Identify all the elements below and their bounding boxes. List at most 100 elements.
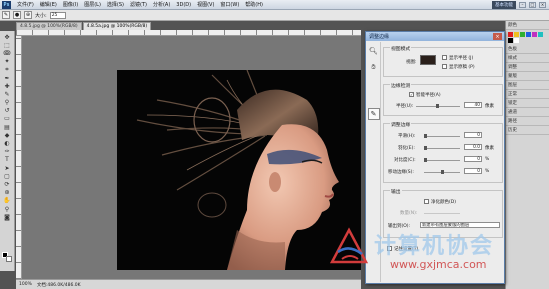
tab-document-2[interactable]: 4.8.5a.jpg @ 100%(RGB/8) <box>82 22 152 30</box>
pen-tool-icon[interactable]: ✑ <box>2 148 13 156</box>
3d-rotate-tool-icon[interactable]: ⟳ <box>2 180 13 188</box>
mode-icon[interactable]: ⊕ <box>24 11 32 19</box>
menu-3d[interactable]: 3D(D) <box>173 2 194 8</box>
blur-tool-icon[interactable]: ◆ <box>2 131 13 139</box>
menu-filter[interactable]: 滤镜(T) <box>127 1 150 8</box>
smooth-input[interactable]: 0 <box>464 132 482 138</box>
quick-select-tool-icon[interactable]: ✦ <box>2 58 13 66</box>
menu-edit[interactable]: 编辑(E) <box>37 1 60 8</box>
dodge-tool-icon[interactable]: ◐ <box>2 139 13 147</box>
move-tool-icon[interactable]: ✥ <box>2 33 13 41</box>
eyedropper-tool-icon[interactable]: ✒ <box>2 74 13 82</box>
brush-tool-icon[interactable]: ✎ <box>2 11 10 19</box>
contrast-unit: % <box>485 157 490 162</box>
radius-label: 半径(U): <box>396 104 414 109</box>
panel-paths[interactable]: 路径 <box>506 117 549 126</box>
options-bar: ✎ ● ⊕ 大小: 25 <box>0 10 549 21</box>
shift-edge-input[interactable]: 0 <box>464 168 482 174</box>
radius-slider[interactable] <box>416 104 460 108</box>
hand-tool-icon[interactable]: ✋︎ <box>369 62 379 72</box>
eraser-tool-icon[interactable]: ▭ <box>2 115 13 123</box>
size-label: 大小: <box>35 12 47 19</box>
lock-row[interactable]: 锁定 <box>506 99 549 108</box>
path-select-tool-icon[interactable]: ➤ <box>2 164 13 172</box>
blend-mode[interactable]: 正常 <box>506 90 549 99</box>
dialog-close-icon[interactable]: × <box>493 33 502 40</box>
purify-colors-checkbox[interactable] <box>424 199 429 204</box>
smooth-slider-knob[interactable] <box>424 134 427 138</box>
healing-tool-icon[interactable]: ✚ <box>2 82 13 90</box>
show-original-checkbox[interactable] <box>442 64 447 69</box>
view-mode-thumbnail[interactable] <box>420 55 436 65</box>
panel-masks[interactable]: 蒙版 <box>506 72 549 81</box>
radius-input[interactable]: 40 <box>464 102 482 108</box>
swatch-cyan[interactable] <box>538 32 543 37</box>
smart-radius-checkbox[interactable]: ✓ <box>409 92 414 97</box>
output-title: 输出 <box>390 188 402 195</box>
stamp-tool-icon[interactable]: ⚲ <box>2 99 13 107</box>
panel-adjustments[interactable]: 调整 <box>506 63 549 72</box>
smooth-slider[interactable] <box>424 134 460 138</box>
contrast-slider[interactable] <box>424 158 460 162</box>
zoom-level[interactable]: 100% <box>19 282 32 287</box>
feather-slider[interactable] <box>424 146 460 150</box>
swatch-black[interactable] <box>508 38 513 43</box>
contrast-input[interactable]: 0 <box>464 156 482 162</box>
shift-edge-slider[interactable] <box>424 170 460 174</box>
close-icon[interactable]: × <box>539 1 546 8</box>
menu-analysis[interactable]: 分析(A) <box>150 1 173 8</box>
panel-layers[interactable]: 图层 <box>506 81 549 90</box>
dialog-title-bar[interactable]: 调整边缘 × <box>366 32 504 41</box>
size-input[interactable]: 25 <box>49 11 66 19</box>
type-tool-icon[interactable]: T <box>2 156 13 164</box>
workspace-button[interactable]: 基本功能 <box>492 0 516 9</box>
menu-layer[interactable]: 图层(L) <box>81 1 104 8</box>
swatch-yellow[interactable] <box>514 32 519 37</box>
background-color-swatch[interactable] <box>6 256 12 262</box>
gradient-tool-icon[interactable]: ▤ <box>2 123 13 131</box>
maximize-icon[interactable]: □ <box>529 1 536 8</box>
menu-view[interactable]: 视图(V) <box>194 1 217 8</box>
hand-tool-icon[interactable]: ✋ <box>2 197 13 205</box>
tab-document-1[interactable]: 4.8.5.jpg @ 100%(RGB/8) <box>16 22 82 30</box>
refine-radius-tool-icon[interactable]: ✎ <box>367 108 380 120</box>
amount-slider[interactable] <box>424 213 460 214</box>
swatch-white[interactable] <box>514 38 519 43</box>
menu-image[interactable]: 图像(I) <box>60 1 81 8</box>
right-panels: 颜色 色板 样式 调整 蒙版 图层 正常 锁定 通道 路径 历史 <box>505 21 549 289</box>
feather-input[interactable]: 0.0 <box>464 144 482 150</box>
crop-tool-icon[interactable]: ⌗ <box>2 66 13 74</box>
minimize-icon[interactable]: – <box>519 1 526 8</box>
shift-edge-slider-knob[interactable] <box>441 170 444 174</box>
brush-preset-icon[interactable]: ● <box>13 11 21 19</box>
brush-tool-icon[interactable]: ✎ <box>2 90 13 98</box>
panel-color[interactable]: 颜色 <box>506 21 549 30</box>
zoom-tool-icon[interactable]: 🔍︎ <box>369 46 379 56</box>
quick-mask-icon[interactable]: ◙ <box>2 213 13 221</box>
zoom-tool-icon[interactable]: ⚲ <box>2 205 13 213</box>
panel-styles[interactable]: 样式 <box>506 54 549 63</box>
show-radius-checkbox[interactable] <box>442 55 447 60</box>
marquee-tool-icon[interactable]: ⬚ <box>2 41 13 49</box>
menu-select[interactable]: 选择(S) <box>104 1 127 8</box>
3d-camera-tool-icon[interactable]: ⊛ <box>2 189 13 197</box>
swatch-green[interactable] <box>520 32 525 37</box>
view-mode-group: 视图模式 视图: 显示半径 (J) 显示原稿 (P) <box>383 45 503 77</box>
radius-slider-knob[interactable] <box>436 104 439 108</box>
panel-channels[interactable]: 通道 <box>506 108 549 117</box>
menu-window[interactable]: 窗口(W) <box>217 1 242 8</box>
panel-history[interactable]: 历史 <box>506 126 549 135</box>
feather-slider-knob[interactable] <box>424 146 427 150</box>
panel-swatches[interactable]: 色板 <box>506 45 549 54</box>
contrast-slider-knob[interactable] <box>424 158 427 162</box>
history-brush-tool-icon[interactable]: ↺ <box>2 107 13 115</box>
adjust-edge-group: 调整边缘 平滑(H): 0 羽化(E): 0.0 像素 对比度(C): 0 % … <box>383 121 503 183</box>
lasso-tool-icon[interactable]: ↂ <box>2 49 13 57</box>
swatch-red[interactable] <box>508 32 513 37</box>
menu-file[interactable]: 文件(F) <box>14 1 37 8</box>
swatch-magenta[interactable] <box>532 32 537 37</box>
menu-help[interactable]: 帮助(H) <box>242 1 266 8</box>
shape-tool-icon[interactable]: ▢ <box>2 172 13 180</box>
swatch-blue[interactable] <box>526 32 531 37</box>
document-photo[interactable] <box>117 70 361 270</box>
